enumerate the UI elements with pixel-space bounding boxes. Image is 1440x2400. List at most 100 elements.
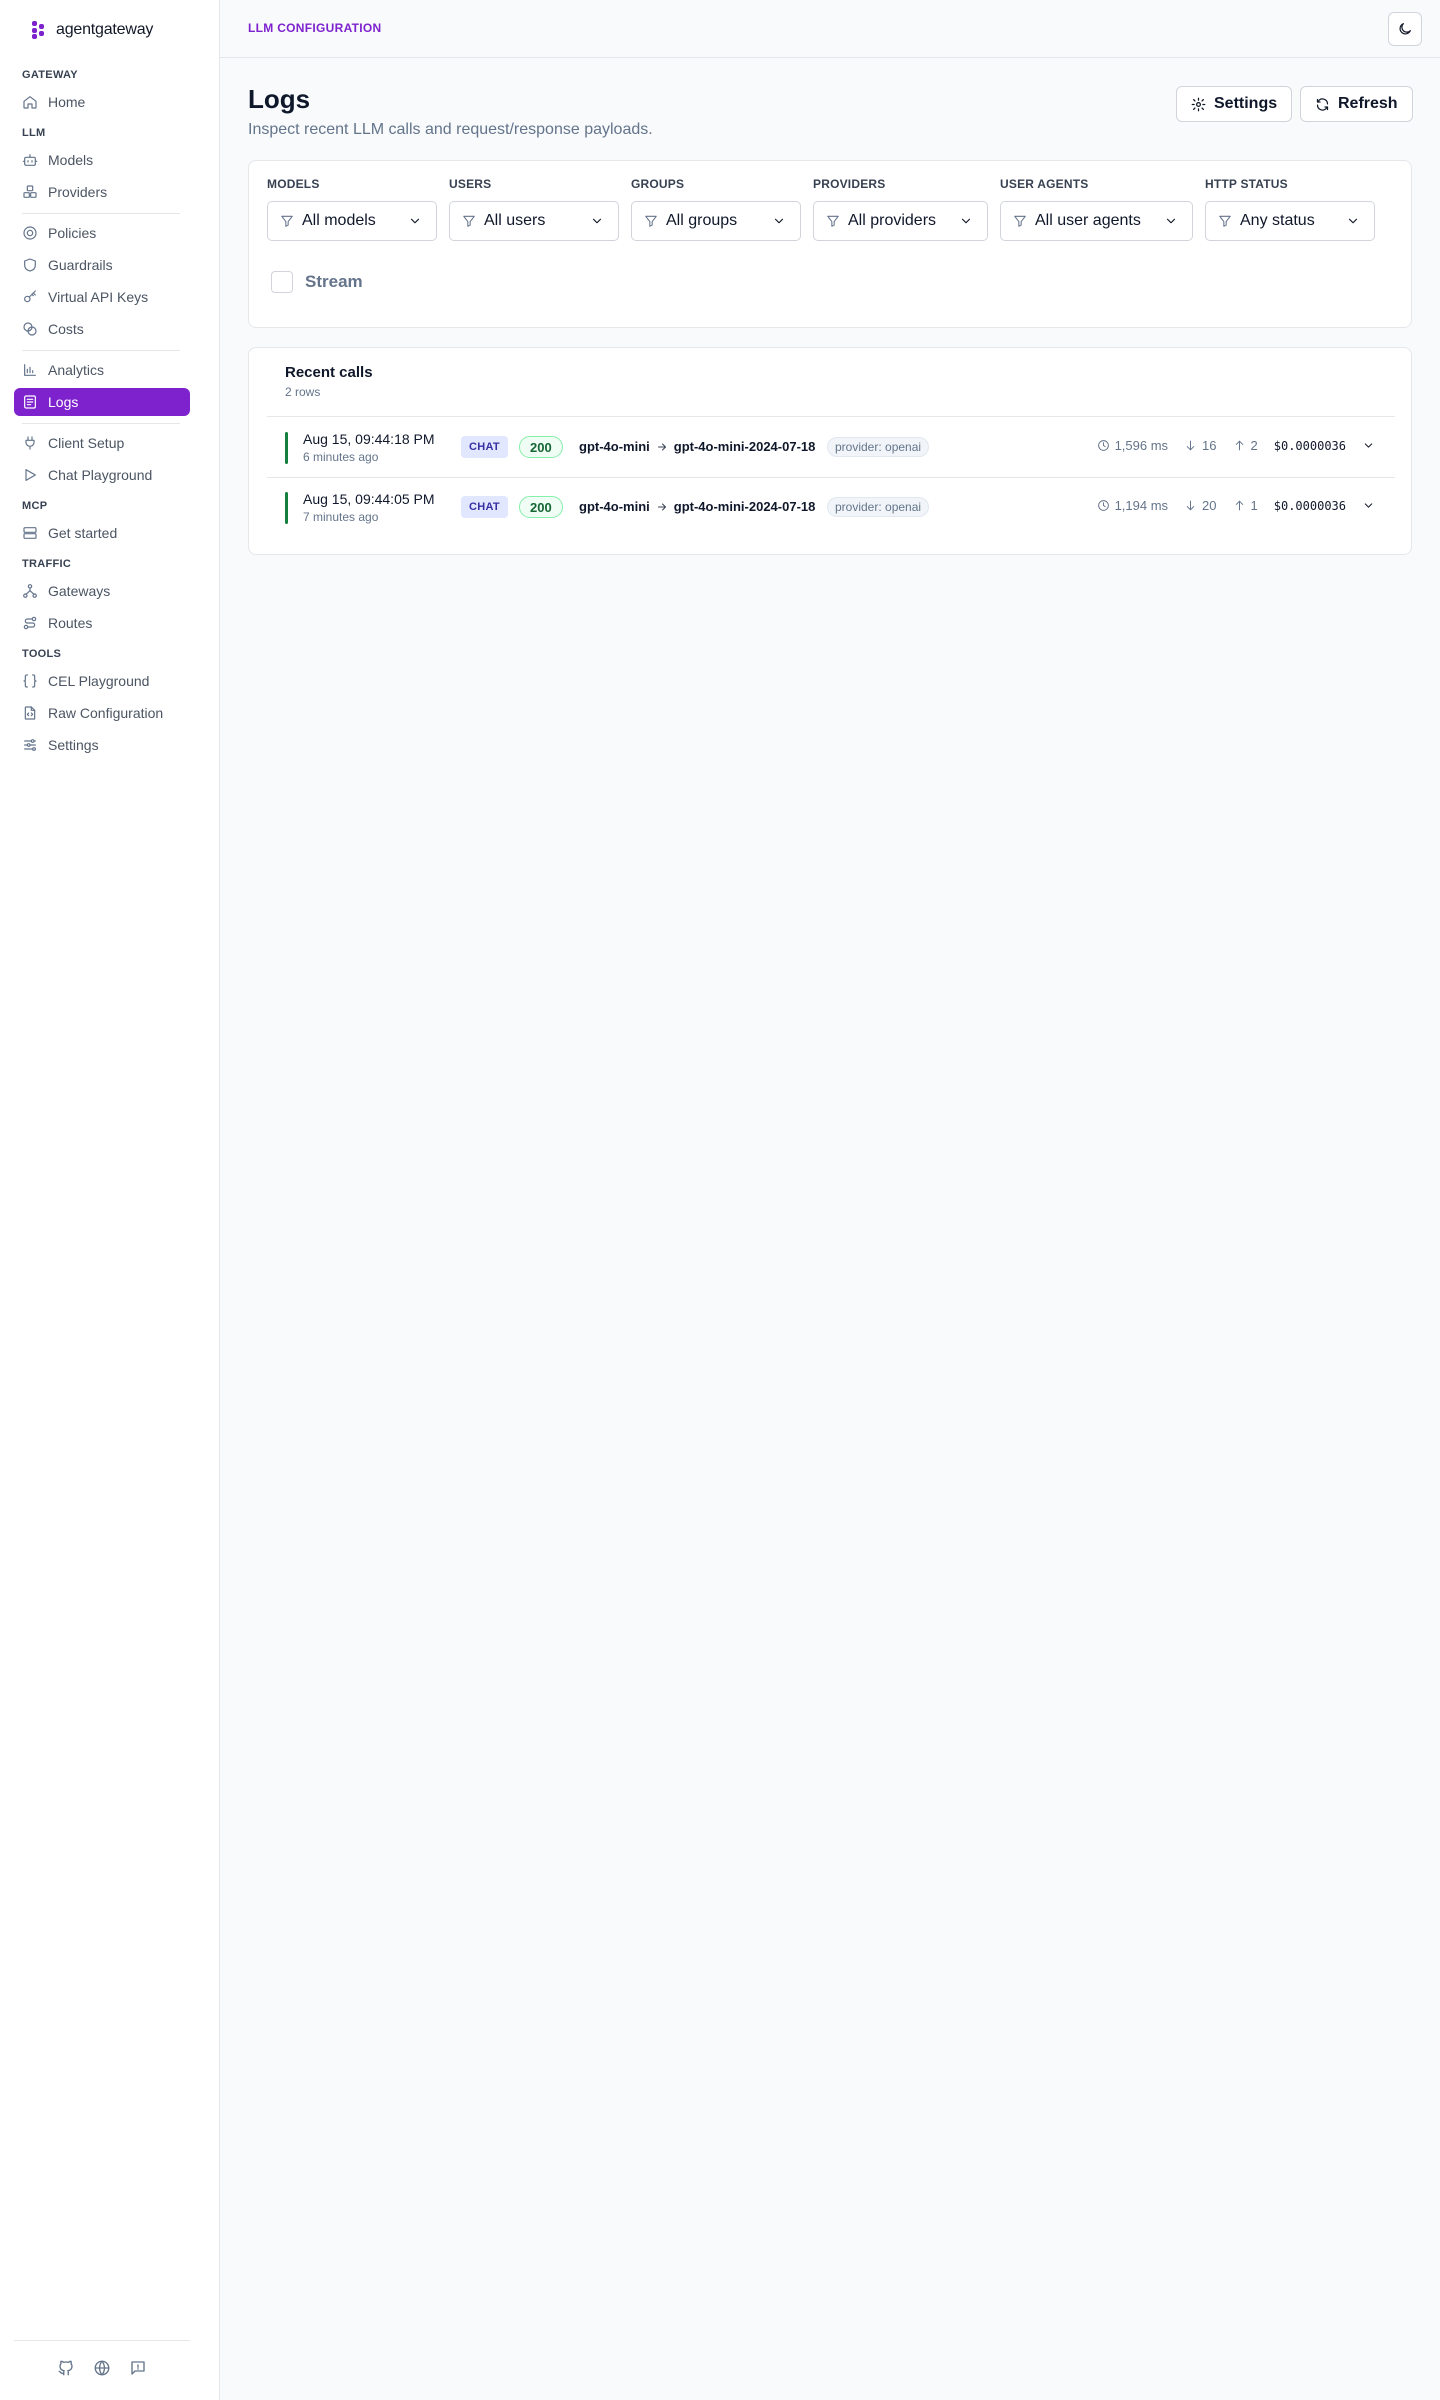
latency: 1,596 ms xyxy=(1097,438,1168,453)
table-row[interactable]: Aug 15, 09:44:05 PM 7 minutes ago CHAT 2… xyxy=(267,478,1395,538)
sidebar-item-label: Home xyxy=(48,94,86,110)
sliders-icon xyxy=(24,739,36,751)
nav-section-mcp: MCP xyxy=(22,500,48,512)
select-value: All user agents xyxy=(1035,212,1141,229)
resolved-model: gpt-4o-mini-2024-07-18 xyxy=(673,439,816,454)
nav-section-tools: TOOLS xyxy=(22,648,62,660)
stream-checkbox[interactable] xyxy=(271,271,293,293)
request-kind-badge: CHAT xyxy=(461,436,508,458)
nav-section-traffic: TRAFFIC xyxy=(22,558,72,570)
requested-model: gpt-4o-mini xyxy=(579,439,650,454)
sidebar-item-routes[interactable]: Routes xyxy=(14,609,190,637)
sidebar-item-cel-playground[interactable]: CEL Playground xyxy=(14,667,190,695)
plug-icon xyxy=(25,436,35,450)
globe-icon[interactable] xyxy=(93,2359,111,2377)
groups-select[interactable]: All groups xyxy=(631,201,801,241)
tokens-in: 16 xyxy=(1184,438,1217,453)
row-metrics: 1,194 ms 20 1 $0.0000036 xyxy=(1097,498,1375,513)
sidebar-item-label: Policies xyxy=(48,225,97,241)
sidebar-item-logs[interactable]: Logs xyxy=(14,388,190,416)
select-value: Any status xyxy=(1240,212,1315,229)
brand-name: agentgateway xyxy=(56,21,154,38)
nav-section-gateway: GATEWAY xyxy=(22,69,78,81)
play-icon xyxy=(25,469,36,481)
sidebar-item-raw-configuration[interactable]: Raw Configuration xyxy=(14,699,190,727)
sidebar-item-get-started[interactable]: Get started xyxy=(14,519,190,547)
chevron-down-icon[interactable] xyxy=(1362,439,1375,452)
sidebar-item-virtual-api-keys[interactable]: Virtual API Keys xyxy=(14,283,190,311)
filter-users: USERS All users xyxy=(449,177,619,241)
tokens-in-value: 20 xyxy=(1202,498,1217,513)
tokens-out-value: 1 xyxy=(1250,498,1258,513)
model-mapping: gpt-4o-mini gpt-4o-mini-2024-07-18 xyxy=(579,499,815,514)
chevron-down-icon xyxy=(1348,218,1358,224)
providers-select[interactable]: All providers xyxy=(813,201,988,241)
page-subtitle: Inspect recent LLM calls and request/res… xyxy=(248,121,653,138)
select-value: All users xyxy=(484,212,546,229)
network-icon xyxy=(23,584,37,598)
sidebar-item-client-setup[interactable]: Client Setup xyxy=(14,429,190,457)
github-icon[interactable] xyxy=(57,2359,75,2377)
sidebar-item-chat-playground[interactable]: Chat Playground xyxy=(14,461,190,489)
user-agents-select[interactable]: All user agents xyxy=(1000,201,1193,241)
sidebar-item-label: Settings xyxy=(48,737,99,753)
sidebar-item-label: Chat Playground xyxy=(48,467,153,483)
moon-icon xyxy=(1399,23,1411,35)
nav-divider xyxy=(22,423,180,424)
filter-icon xyxy=(1219,215,1231,227)
sidebar-item-guardrails[interactable]: Guardrails xyxy=(14,251,190,279)
sidebar-item-models[interactable]: Models xyxy=(14,146,190,174)
braces-icon xyxy=(23,674,37,688)
sidebar-item-providers[interactable]: Providers xyxy=(14,178,190,206)
filters-card: MODELS All models USERS All users GROUPS… xyxy=(248,160,1412,328)
sidebar-footer xyxy=(14,2340,190,2377)
settings-button[interactable]: Settings xyxy=(1176,86,1293,122)
breadcrumb: LLM CONFIGURATION xyxy=(248,21,382,35)
sidebar-item-policies[interactable]: Policies xyxy=(14,219,190,247)
route-icon xyxy=(23,616,37,630)
sidebar-item-costs[interactable]: Costs xyxy=(14,315,190,343)
arrow-up-icon xyxy=(1235,500,1243,511)
theme-toggle-button[interactable] xyxy=(1388,12,1422,46)
sidebar-item-analytics[interactable]: Analytics xyxy=(14,356,190,384)
robot-icon xyxy=(22,154,38,166)
sidebar-item-settings[interactable]: Settings xyxy=(14,731,190,759)
filter-label: PROVIDERS xyxy=(813,177,886,191)
divider xyxy=(267,416,1395,417)
row-metrics: 1,596 ms 16 2 $0.0000036 xyxy=(1097,438,1375,453)
filter-icon xyxy=(827,215,839,227)
topbar: LLM CONFIGURATION xyxy=(220,0,1440,58)
sidebar-item-label: Routes xyxy=(48,615,93,631)
chevron-down-icon xyxy=(410,218,420,224)
table-row[interactable]: Aug 15, 09:44:18 PM 6 minutes ago CHAT 2… xyxy=(267,418,1395,478)
boxes-icon xyxy=(23,185,37,198)
stream-label: Stream xyxy=(305,272,363,291)
sidebar-item-home[interactable]: Home xyxy=(14,88,190,116)
brand-logo[interactable]: agentgateway xyxy=(32,18,153,42)
feedback-icon[interactable] xyxy=(129,2359,147,2377)
cost-value: $0.0000036 xyxy=(1273,438,1346,453)
filter-icon xyxy=(463,215,475,227)
logs-icon xyxy=(24,395,36,409)
sidebar-item-label: Providers xyxy=(48,184,108,200)
models-select[interactable]: All models xyxy=(267,201,437,241)
stream-toggle[interactable]: Stream xyxy=(271,271,363,293)
http-status-badge: 200 xyxy=(519,436,563,458)
key-icon xyxy=(24,290,36,303)
users-select[interactable]: All users xyxy=(449,201,619,241)
refresh-icon xyxy=(1316,97,1329,111)
sidebar-item-label: Guardrails xyxy=(48,257,113,273)
chevron-down-icon xyxy=(1166,218,1176,224)
status-indicator xyxy=(285,432,288,464)
chevron-down-icon[interactable] xyxy=(1362,499,1375,512)
tokens-in: 20 xyxy=(1184,498,1217,513)
request-kind-badge: CHAT xyxy=(461,496,508,518)
sidebar-item-gateways[interactable]: Gateways xyxy=(14,577,190,605)
select-value: All models xyxy=(302,212,376,229)
server-icon xyxy=(23,527,37,539)
nav-divider xyxy=(22,350,180,351)
chevron-down-icon xyxy=(592,218,602,224)
latency-value: 1,596 ms xyxy=(1114,438,1169,453)
http-status-select[interactable]: Any status xyxy=(1205,201,1375,241)
refresh-button[interactable]: Refresh xyxy=(1300,86,1413,122)
